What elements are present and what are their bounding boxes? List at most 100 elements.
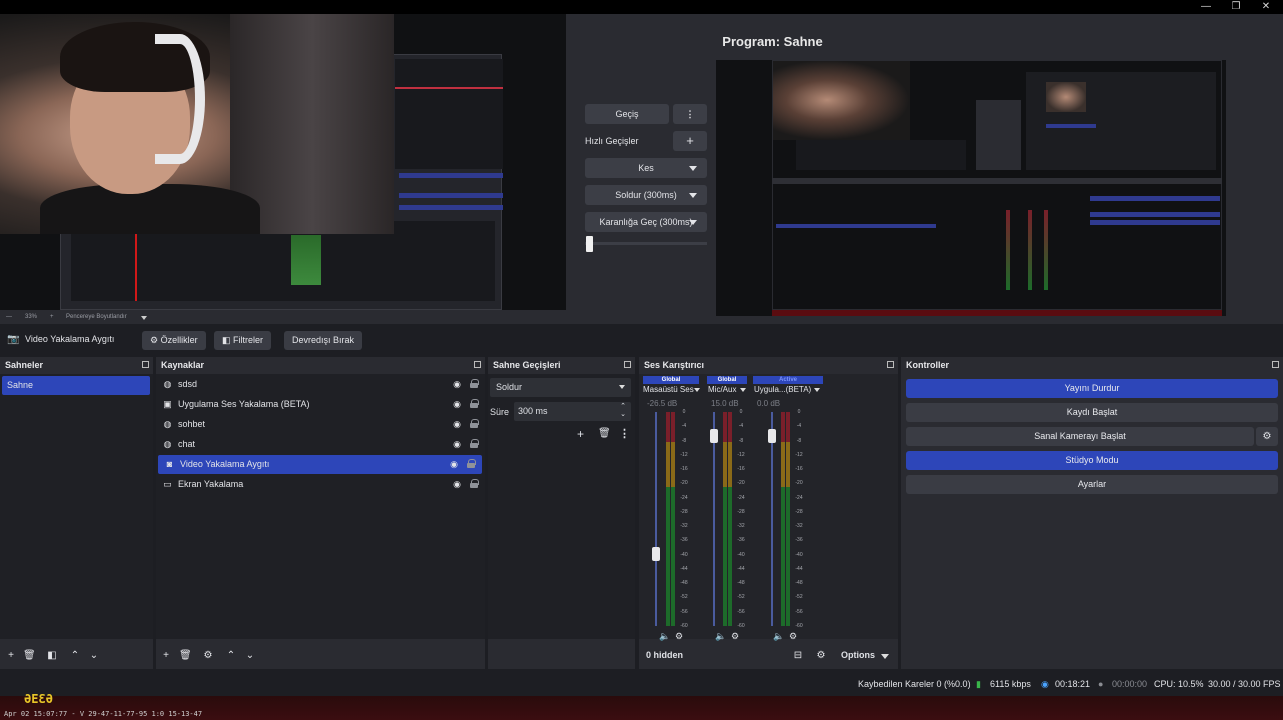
speaker-icon[interactable]: 🔈 [773, 631, 784, 642]
filter-icon[interactable]: ◧ [46, 650, 58, 662]
chevron-down-icon[interactable] [740, 388, 746, 392]
eye-icon[interactable]: ◉ [453, 379, 461, 390]
undock-icon[interactable] [1272, 361, 1279, 368]
transition-button[interactable]: Geçiş [585, 104, 669, 124]
eye-icon[interactable]: ◉ [453, 479, 461, 490]
source-item-sohbet[interactable]: ◍ sohbet ◉ [156, 415, 485, 434]
channel-head: Active [753, 376, 823, 384]
scene-item-sahne[interactable]: Sahne [2, 376, 150, 395]
speaker-icon[interactable]: 🔈 [715, 631, 726, 642]
lock-icon[interactable] [470, 419, 479, 428]
channel-db: -26.5 dB [647, 399, 678, 408]
add-icon[interactable]: + [5, 650, 17, 662]
volume-slider[interactable] [771, 412, 773, 626]
chevron-down-icon[interactable] [814, 388, 820, 392]
start-recording-button[interactable]: Kaydı Başlat [906, 403, 1278, 422]
maximize-button[interactable]: ❐ [1221, 0, 1251, 14]
controls-dock: Kontroller Yayını Durdur Kaydı Başlat Sa… [901, 357, 1283, 669]
eye-icon[interactable]: ◉ [453, 439, 461, 450]
close-button[interactable]: ✕ [1251, 0, 1281, 14]
spin-down-icon[interactable]: ⌄ [620, 410, 626, 418]
lock-icon[interactable] [467, 459, 476, 468]
channel-settings-icon[interactable]: ⚙ [731, 631, 739, 642]
plus-icon[interactable]: + [50, 310, 54, 324]
speaker-icon[interactable]: 🔈 [659, 631, 670, 642]
source-item-sdsd[interactable]: ◍ sdsd ◉ [156, 375, 485, 394]
quick-transition-karanlik[interactable]: Karanlığa Geç (300ms) [585, 212, 707, 232]
transition-slider[interactable] [585, 242, 707, 245]
undock-icon[interactable] [474, 361, 481, 368]
duration-input[interactable]: 300 ms ⌃ ⌄ [514, 402, 631, 421]
more-options-icon[interactable]: ⋮ [619, 427, 630, 440]
studio-preview[interactable] [0, 14, 566, 310]
add-transition-icon[interactable]: + [577, 427, 584, 441]
volume-slider[interactable] [713, 412, 715, 626]
trash-icon[interactable]: 🗑 [179, 650, 192, 662]
channel-name[interactable]: Masaüstü Ses [643, 385, 694, 395]
eye-icon[interactable]: ◉ [450, 459, 458, 470]
properties-button[interactable]: ⚙ Özellikler [142, 331, 206, 350]
source-item-app-audio[interactable]: ▣ Uygulama Ses Yakalama (BETA) ◉ [156, 395, 485, 414]
undock-icon[interactable] [887, 361, 894, 368]
scale-tick: -32 [737, 523, 745, 530]
transition-select[interactable]: Soldur [490, 378, 631, 397]
lock-icon[interactable] [470, 399, 479, 408]
more-options-icon[interactable]: ⋮ [673, 104, 707, 124]
add-icon[interactable]: + [160, 650, 172, 662]
volume-fader-knob[interactable] [652, 547, 660, 561]
scale-tick: -12 [680, 451, 688, 458]
deactivate-button[interactable]: Devredışı Bırak [284, 331, 363, 350]
chevron-up-icon[interactable]: ⌃ [69, 650, 81, 662]
gear-icon[interactable]: ⚙ [1256, 427, 1278, 446]
settings-button[interactable]: Ayarlar [906, 475, 1278, 494]
eye-icon[interactable]: ◉ [453, 399, 461, 410]
cpu-usage: CPU: 10.5% [1154, 679, 1204, 689]
signal-icon: ▮ [976, 679, 981, 689]
quick-transition-kes[interactable]: Kes [585, 158, 707, 178]
scale-tick: -48 [680, 580, 688, 587]
volume-slider[interactable] [655, 412, 657, 626]
volume-fader-knob[interactable] [768, 429, 776, 443]
start-virtual-cam-button[interactable]: Sanal Kamerayı Başlat [906, 427, 1254, 446]
scale-tick: -16 [680, 466, 688, 473]
chevron-down-icon[interactable] [881, 654, 889, 659]
trash-icon[interactable]: 🗑 [23, 650, 36, 662]
chevron-down-icon[interactable] [141, 316, 147, 320]
undock-icon[interactable] [142, 361, 149, 368]
channel-name[interactable]: Mic/Aux [708, 385, 736, 395]
channel-name[interactable]: Uygula...(BETA) [754, 385, 811, 395]
channel-settings-icon[interactable]: ⚙ [675, 631, 683, 642]
source-item-chat[interactable]: ◍ chat ◉ [156, 435, 485, 454]
channel-settings-icon[interactable]: ⚙ [789, 631, 797, 642]
spin-up-icon[interactable]: ⌃ [620, 402, 626, 410]
minus-icon[interactable]: — [6, 310, 12, 324]
eye-icon[interactable]: ◉ [453, 419, 461, 430]
minimize-button[interactable]: — [1191, 0, 1221, 14]
lock-icon[interactable] [470, 479, 479, 488]
scale-tick: -56 [680, 608, 688, 615]
chevron-down-icon[interactable]: ⌄ [244, 650, 256, 662]
advanced-audio-icon[interactable]: ⚙ [815, 650, 827, 662]
chevron-down-icon[interactable] [694, 388, 700, 392]
trash-icon[interactable]: 🗑 [598, 428, 611, 439]
chevron-down-icon[interactable]: ⌄ [88, 650, 100, 662]
quick-transition-soldur[interactable]: Soldur (300ms) [585, 185, 707, 205]
chevron-up-icon[interactable]: ⌃ [225, 650, 237, 662]
layout-icon[interactable]: ⊟ [792, 650, 804, 662]
source-item-video-capture[interactable]: ◙ Video Yakalama Aygıtı ◉ [158, 455, 482, 474]
gear-icon[interactable]: ⚙ [202, 650, 214, 662]
volume-fader-knob[interactable] [710, 429, 718, 443]
transition-slider-handle[interactable] [586, 236, 593, 252]
studio-mode-button[interactable]: Stüdyo Modu [906, 451, 1278, 470]
options-button[interactable]: Options [841, 650, 875, 660]
scale-tick: -20 [680, 480, 688, 487]
filters-button[interactable]: ◧ Filtreler [214, 331, 272, 350]
resize-to-window[interactable]: Pencereye Boyutlandır [66, 310, 127, 324]
lock-icon[interactable] [470, 439, 479, 448]
undock-icon[interactable] [624, 361, 631, 368]
add-quick-transition-button[interactable]: + [673, 131, 707, 151]
source-label: Ekran Yakalama [178, 479, 244, 489]
source-item-screen-capture[interactable]: ▭ Ekran Yakalama ◉ [156, 475, 485, 494]
lock-icon[interactable] [470, 379, 479, 388]
stop-stream-button[interactable]: Yayını Durdur [906, 379, 1278, 398]
